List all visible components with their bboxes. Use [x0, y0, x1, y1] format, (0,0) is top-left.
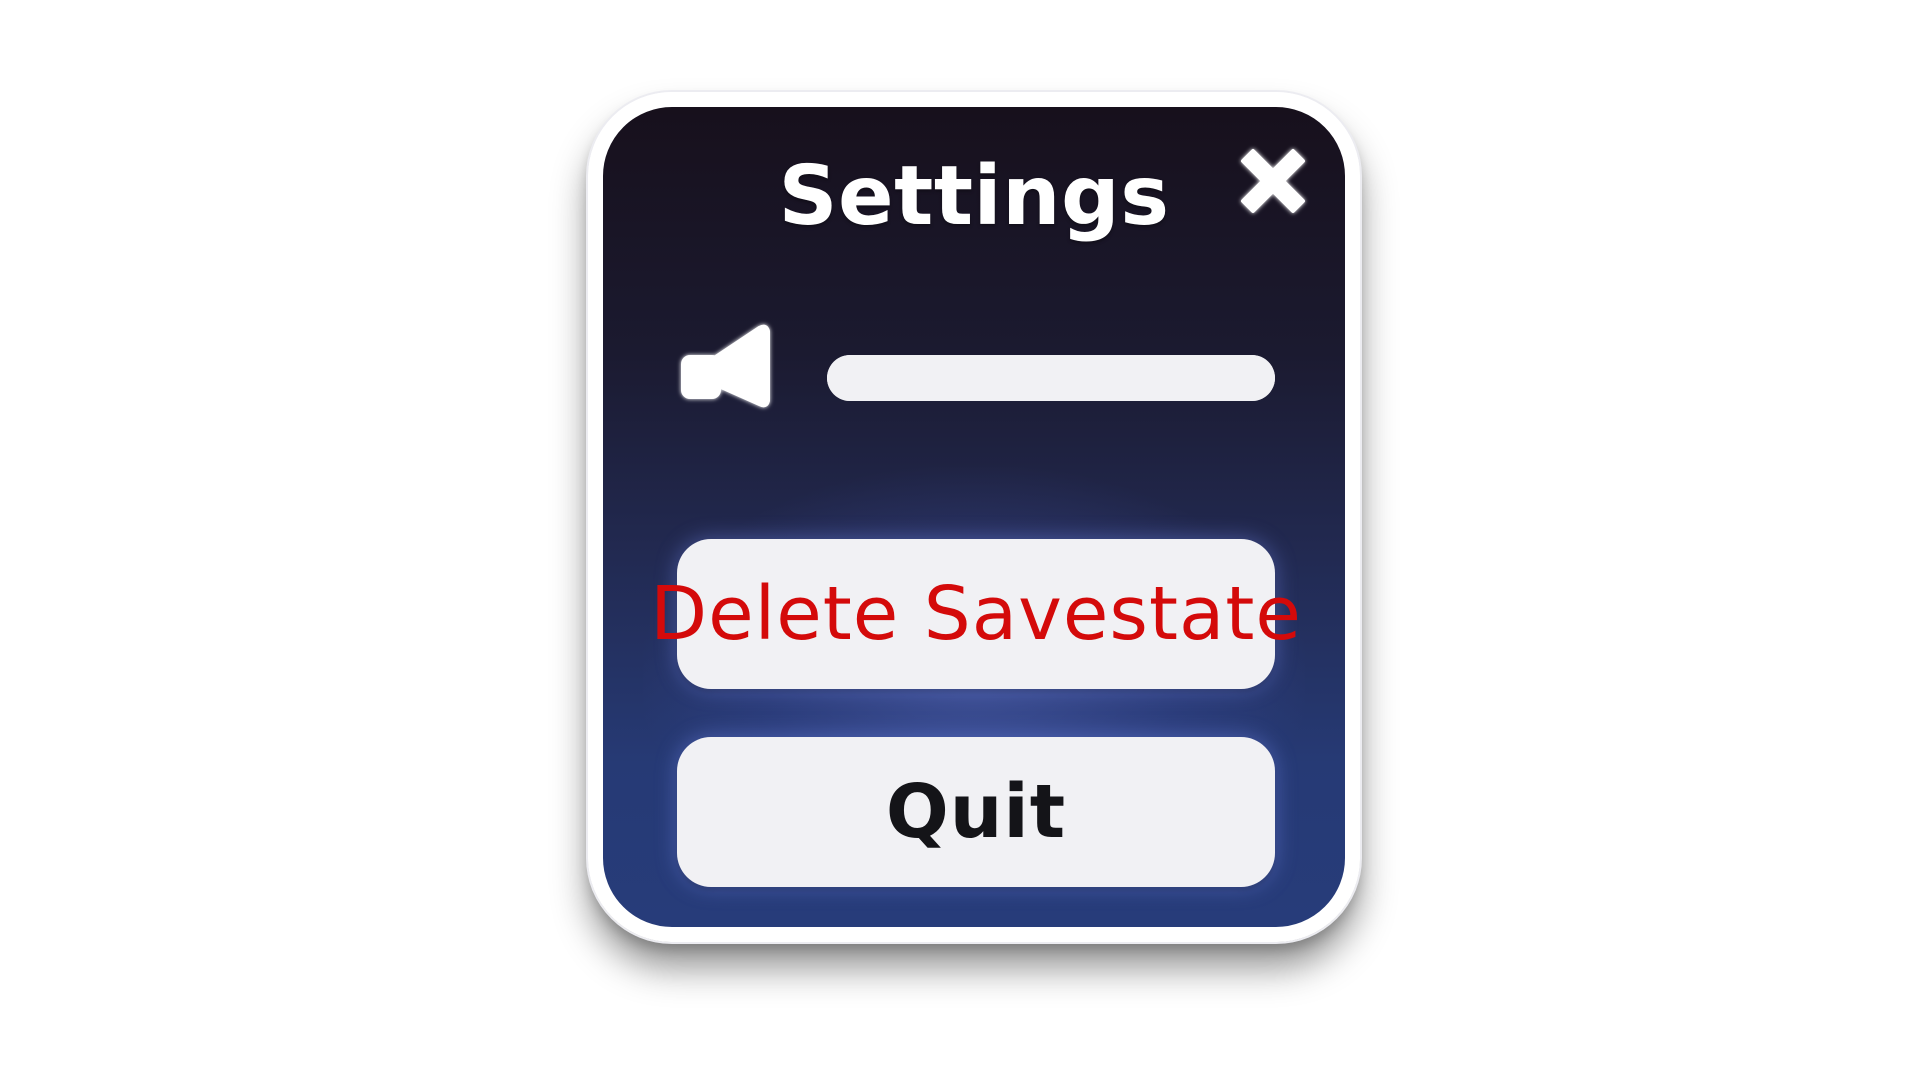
delete-savestate-label: Delete Savestate: [650, 571, 1302, 657]
delete-savestate-button[interactable]: Delete Savestate: [650, 539, 1301, 689]
volume-slider-fill: [827, 355, 1275, 401]
settings-panel: Settings Delete Savestate Quit: [588, 92, 1360, 942]
close-x-icon: [1241, 149, 1305, 213]
speaker-icon[interactable]: [675, 317, 785, 421]
quit-button[interactable]: Quit: [677, 737, 1275, 887]
volume-slider[interactable]: [827, 355, 1275, 401]
close-button[interactable]: [1231, 139, 1315, 223]
quit-label: Quit: [885, 769, 1067, 855]
